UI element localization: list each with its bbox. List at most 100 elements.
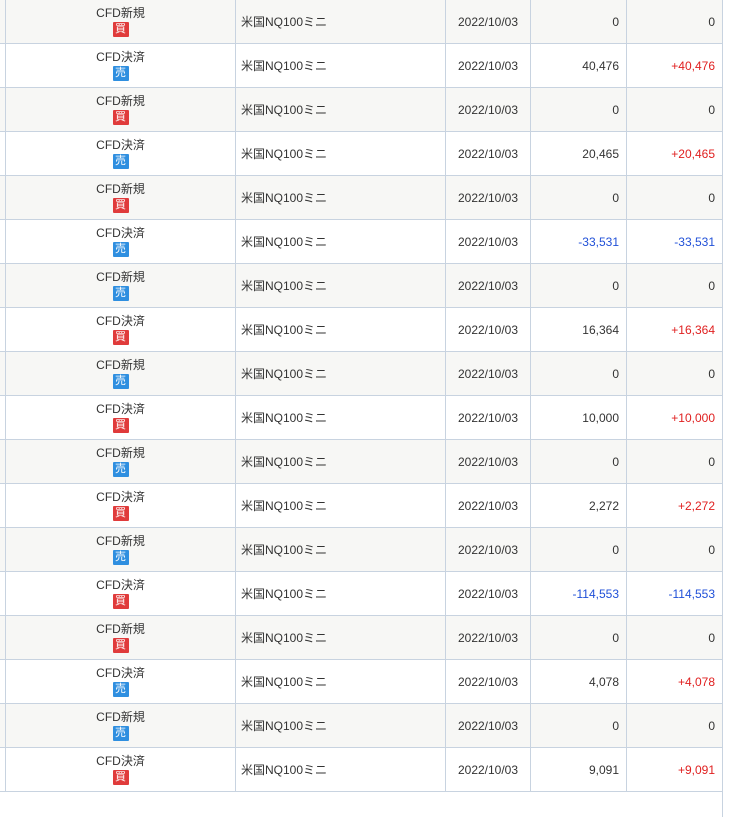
table-row: CFD決済 買 米国NQ100ミニ 2022/10/03 2,272 +2,27… [0,483,723,528]
trade-side-badge: 買 [112,770,129,785]
date-cell: 2022/10/03 [445,219,531,264]
trade-date: 2022/10/03 [457,542,519,557]
trade-side-badge: 売 [112,242,129,257]
trade-side-badge: 売 [112,374,129,389]
trade-type-cell: CFD決済 買 [5,395,236,440]
product-cell: 米国NQ100ミニ [235,439,446,484]
product-name: 米国NQ100ミニ [241,455,328,469]
trade-type-cell: CFD新規 買 [5,87,236,132]
pnl-cell: 0 [626,0,723,44]
profit-loss: +9,091 [677,762,715,777]
date-cell: 2022/10/03 [445,483,531,528]
amount-cell: 40,476 [530,43,627,88]
pnl-cell: 0 [626,527,723,572]
trade-date: 2022/10/03 [457,322,519,337]
product-name: 米国NQ100ミニ [241,147,328,161]
trade-type-cell: CFD新規 売 [5,527,236,572]
amount-cell: 0 [530,439,627,484]
pnl-cell: 0 [626,263,723,308]
trade-side-badge: 買 [112,22,129,37]
trade-side-badge: 売 [112,286,129,301]
trade-type-label: CFD決済 [96,402,145,416]
trade-side-badge: 買 [112,506,129,521]
amount-cell: 0 [530,703,627,748]
product-name: 米国NQ100ミニ [241,15,328,29]
product-cell: 米国NQ100ミニ [235,747,446,792]
product-cell: 米国NQ100ミニ [235,615,446,660]
date-cell: 2022/10/03 [445,131,531,176]
product-name: 米国NQ100ミニ [241,499,328,513]
pnl-cell: +2,272 [626,483,723,528]
pnl-cell: 0 [626,615,723,660]
profit-loss: 0 [708,718,715,733]
table-row: CFD新規 買 米国NQ100ミニ 2022/10/03 0 0 [0,0,723,44]
product-cell: 米国NQ100ミニ [235,571,446,616]
trade-date: 2022/10/03 [457,146,519,161]
pnl-cell: +9,091 [626,747,723,792]
settlement-amount: 0 [612,542,619,557]
settlement-amount: 0 [612,190,619,205]
trade-type-cell: CFD新規 買 [5,0,236,44]
product-cell: 米国NQ100ミニ [235,263,446,308]
trade-side-badge: 買 [112,638,129,653]
settlement-amount: 16,364 [582,322,619,337]
settlement-amount: 0 [612,630,619,645]
product-name: 米国NQ100ミニ [241,103,328,117]
product-cell: 米国NQ100ミニ [235,527,446,572]
profit-loss: +10,000 [671,410,715,425]
table-row: CFD決済 売 米国NQ100ミニ 2022/10/03 20,465 +20,… [0,131,723,176]
trade-type-cell: CFD新規 売 [5,703,236,748]
table-row: CFD決済 売 米国NQ100ミニ 2022/10/03 -33,531 -33… [0,219,723,264]
amount-cell: 9,091 [530,747,627,792]
amount-cell: 0 [530,0,627,44]
product-cell: 米国NQ100ミニ [235,307,446,352]
trade-side-badge: 買 [112,594,129,609]
amount-cell: -114,553 [530,571,627,616]
profit-loss: 0 [708,278,715,293]
table-row: CFD決済 買 米国NQ100ミニ 2022/10/03 -114,553 -1… [0,571,723,616]
trade-history-table: CFD新規 買 米国NQ100ミニ 2022/10/03 0 0 CFD決済 売… [0,0,723,792]
table-row: CFD新規 買 米国NQ100ミニ 2022/10/03 0 0 [0,615,723,660]
product-name: 米国NQ100ミニ [241,279,328,293]
product-cell: 米国NQ100ミニ [235,87,446,132]
amount-cell: 0 [530,351,627,396]
date-cell: 2022/10/03 [445,351,531,396]
amount-cell: 0 [530,615,627,660]
trade-side-badge: 売 [112,154,129,169]
pnl-cell: +4,078 [626,659,723,704]
table-row: CFD決済 買 米国NQ100ミニ 2022/10/03 16,364 +16,… [0,307,723,352]
date-cell: 2022/10/03 [445,263,531,308]
trade-type-cell: CFD新規 買 [5,615,236,660]
settlement-amount: 0 [612,278,619,293]
trade-type-cell: CFD新規 売 [5,263,236,308]
trade-type-label: CFD決済 [96,314,145,328]
settlement-amount: 10,000 [582,410,619,425]
profit-loss: 0 [708,366,715,381]
product-cell: 米国NQ100ミニ [235,395,446,440]
product-name: 米国NQ100ミニ [241,719,328,733]
trade-type-cell: CFD決済 買 [5,307,236,352]
trade-type-cell: CFD決済 売 [5,219,236,264]
profit-loss: -114,553 [668,586,715,601]
trade-type-label: CFD決済 [96,490,145,504]
settlement-amount: 2,272 [588,498,619,513]
date-cell: 2022/10/03 [445,659,531,704]
pnl-cell: 0 [626,439,723,484]
pnl-cell: -114,553 [626,571,723,616]
trade-type-label: CFD決済 [96,666,145,680]
trade-date: 2022/10/03 [457,234,519,249]
trade-date: 2022/10/03 [457,190,519,205]
trade-type-label: CFD新規 [96,446,145,460]
product-cell: 米国NQ100ミニ [235,175,446,220]
trade-date: 2022/10/03 [457,762,519,777]
amount-cell: 0 [530,527,627,572]
table-row: CFD新規 売 米国NQ100ミニ 2022/10/03 0 0 [0,527,723,572]
trade-side-badge: 売 [112,682,129,697]
date-cell: 2022/10/03 [445,527,531,572]
pnl-cell: +16,364 [626,307,723,352]
settlement-amount: 0 [612,366,619,381]
trade-type-label: CFD新規 [96,6,145,20]
product-name: 米国NQ100ミニ [241,543,328,557]
product-cell: 米国NQ100ミニ [235,351,446,396]
product-name: 米国NQ100ミニ [241,59,328,73]
